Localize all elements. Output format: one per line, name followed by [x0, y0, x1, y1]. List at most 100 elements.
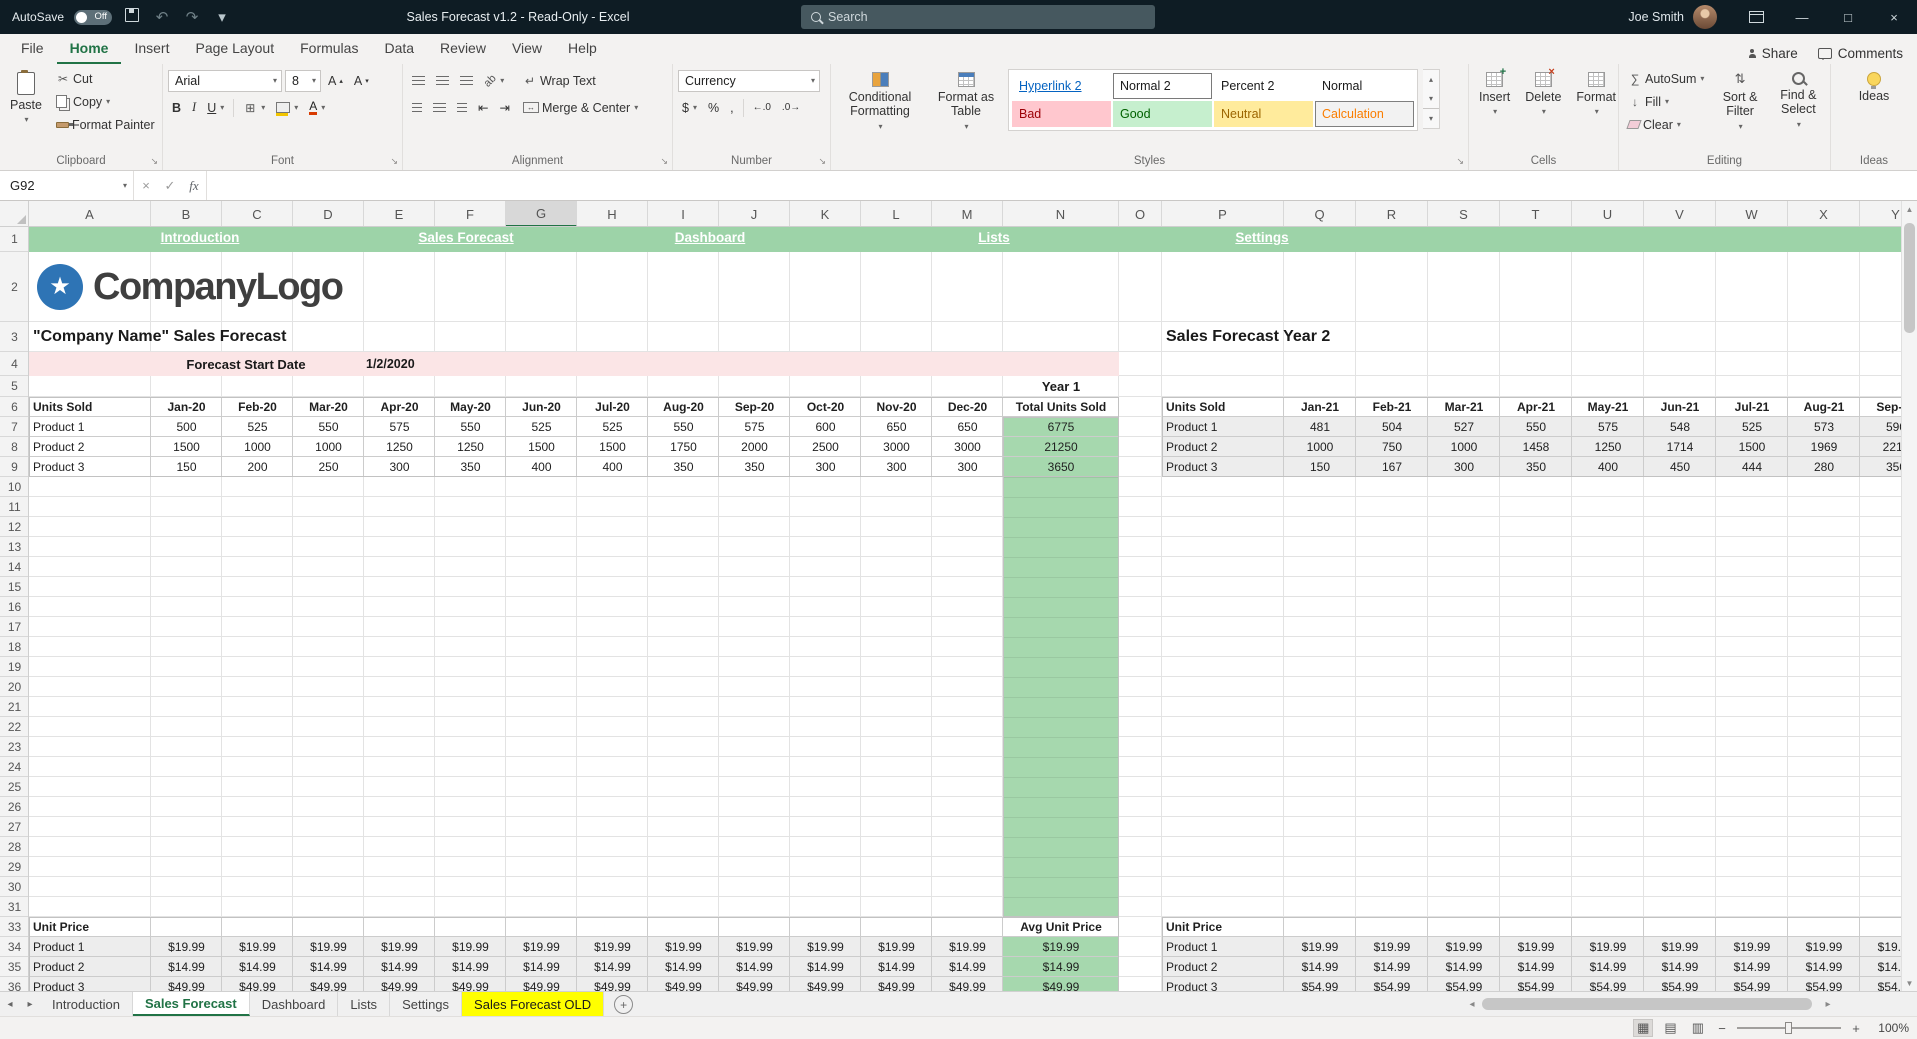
units-sold-header[interactable]: Units Sold: [1162, 397, 1284, 417]
price-cell[interactable]: $14.99: [151, 957, 222, 977]
qat-customize-button[interactable]: ▾: [212, 8, 232, 26]
product-name[interactable]: Product 2: [29, 437, 151, 457]
units-cell[interactable]: 400: [577, 457, 648, 477]
month-header[interactable]: Sep-21: [1860, 397, 1901, 417]
row-header-1[interactable]: 1: [0, 227, 29, 252]
price-cell[interactable]: $49.99: [293, 977, 364, 991]
price-cell[interactable]: $14.99: [790, 957, 861, 977]
style-hyperlink-2[interactable]: Hyperlink 2: [1012, 73, 1111, 99]
increase-indent-button[interactable]: ⇥: [495, 96, 513, 119]
insert-cells-button[interactable]: Insert▾: [1474, 67, 1515, 117]
page-break-view-button[interactable]: ▥: [1689, 1020, 1707, 1036]
units-cell[interactable]: 1500: [151, 437, 222, 457]
units-cell[interactable]: 548: [1644, 417, 1716, 437]
product-name[interactable]: Product 2: [29, 957, 151, 977]
banner-link-sales-forecast[interactable]: Sales Forecast: [381, 230, 551, 249]
price-cell[interactable]: $19.99: [790, 937, 861, 957]
save-button[interactable]: [122, 8, 142, 26]
row-header-31[interactable]: 31: [0, 897, 29, 917]
row-header-22[interactable]: 22: [0, 717, 29, 737]
price-cell[interactable]: $14.99: [1500, 957, 1572, 977]
units-cell[interactable]: 300: [861, 457, 932, 477]
units-cell[interactable]: 1250: [364, 437, 435, 457]
sort-filter-button[interactable]: ⇅Sort & Filter▾: [1713, 67, 1766, 131]
price-cell[interactable]: $14.99: [1716, 957, 1788, 977]
price-cell[interactable]: $14.99: [364, 957, 435, 977]
units-cell[interactable]: 3000: [932, 437, 1003, 457]
bold-button[interactable]: B: [168, 96, 185, 119]
cell[interactable]: [1356, 917, 1428, 937]
avg-price-cell[interactable]: $19.99: [1003, 937, 1119, 957]
month-header[interactable]: Dec-20: [932, 397, 1003, 417]
price-cell[interactable]: $54.99: [1716, 977, 1788, 991]
format-cells-button[interactable]: Format▾: [1571, 67, 1621, 117]
row-header-28[interactable]: 28: [0, 837, 29, 857]
month-header[interactable]: Jan-21: [1284, 397, 1356, 417]
row-header-17[interactable]: 17: [0, 617, 29, 637]
ribbon-tab-insert[interactable]: Insert: [121, 35, 182, 64]
conditional-formatting-button[interactable]: Conditional Formatting ▾: [836, 67, 924, 131]
units-cell[interactable]: 750: [1356, 437, 1428, 457]
unit-price-header[interactable]: Unit Price: [1162, 917, 1284, 937]
gallery-down-button[interactable]: ▾: [1423, 89, 1439, 108]
row-header-19[interactable]: 19: [0, 657, 29, 677]
zoom-in-button[interactable]: +: [1850, 1021, 1862, 1036]
cell[interactable]: [435, 917, 506, 937]
price-cell[interactable]: $54.99: [1284, 977, 1356, 991]
underline-button[interactable]: U▾: [203, 96, 228, 119]
decrease-font-size-button[interactable]: A▾: [350, 69, 373, 92]
ribbon-tab-view[interactable]: View: [499, 35, 555, 64]
align-left-button[interactable]: [408, 96, 426, 119]
price-cell[interactable]: $19.99: [506, 937, 577, 957]
insert-function-button[interactable]: fx: [182, 178, 206, 194]
hscrollbar-thumb[interactable]: [1482, 998, 1812, 1010]
fill-button[interactable]: ↓Fill▾: [1624, 90, 1708, 113]
align-center-button[interactable]: [429, 96, 450, 119]
font-color-button[interactable]: A▾: [305, 96, 329, 119]
price-cell[interactable]: $49.99: [577, 977, 648, 991]
cell[interactable]: [1428, 917, 1500, 937]
price-cell[interactable]: $19.99: [577, 937, 648, 957]
units-cell[interactable]: 2500: [790, 437, 861, 457]
row-header-26[interactable]: 26: [0, 797, 29, 817]
row-header-2[interactable]: 2: [0, 252, 29, 322]
row-header-23[interactable]: 23: [0, 737, 29, 757]
percent-style-button[interactable]: %: [704, 96, 723, 119]
product-name[interactable]: Product 3: [29, 977, 151, 991]
vscrollbar-thumb[interactable]: [1904, 223, 1915, 333]
units-cell[interactable]: 150: [1284, 457, 1356, 477]
row-header-24[interactable]: 24: [0, 757, 29, 777]
price-cell[interactable]: $49.99: [435, 977, 506, 991]
product-name[interactable]: Product 2: [1162, 957, 1284, 977]
select-all-corner[interactable]: [0, 201, 29, 227]
banner-link-dashboard[interactable]: Dashboard: [625, 230, 795, 249]
row-header-7[interactable]: 7: [0, 417, 29, 437]
grid-canvas[interactable]: IntroductionSales ForecastDashboardLists…: [29, 227, 1901, 991]
row-header-6[interactable]: 6: [0, 397, 29, 417]
cell[interactable]: [364, 917, 435, 937]
row-header-18[interactable]: 18: [0, 637, 29, 657]
price-cell[interactable]: $14.99: [1644, 957, 1716, 977]
units-cell[interactable]: 1500: [1716, 437, 1788, 457]
units-cell[interactable]: 150: [151, 457, 222, 477]
delete-cells-button[interactable]: Delete▾: [1520, 67, 1566, 117]
vertical-scrollbar[interactable]: ▲ ▼: [1901, 201, 1917, 991]
total-units-cell[interactable]: 21250: [1003, 437, 1119, 457]
price-cell[interactable]: $49.99: [222, 977, 293, 991]
month-header[interactable]: Aug-21: [1788, 397, 1860, 417]
banner-link-lists[interactable]: Lists: [909, 230, 1079, 249]
row-header-15[interactable]: 15: [0, 577, 29, 597]
merge-center-button[interactable]: ↔Merge & Center▾: [519, 96, 642, 119]
maximize-button[interactable]: □: [1825, 0, 1871, 34]
style-good[interactable]: Good: [1113, 101, 1212, 127]
row-header-34[interactable]: 34: [0, 937, 29, 957]
decrease-decimal-button[interactable]: .0→: [778, 96, 804, 119]
column-header-P[interactable]: P: [1162, 201, 1284, 227]
month-header[interactable]: Apr-21: [1500, 397, 1572, 417]
middle-align-button[interactable]: [432, 69, 453, 92]
units-cell[interactable]: 1714: [1644, 437, 1716, 457]
price-cell[interactable]: $49.99: [506, 977, 577, 991]
row-header-16[interactable]: 16: [0, 597, 29, 617]
units-cell[interactable]: 1250: [1572, 437, 1644, 457]
units-cell[interactable]: 350: [648, 457, 719, 477]
